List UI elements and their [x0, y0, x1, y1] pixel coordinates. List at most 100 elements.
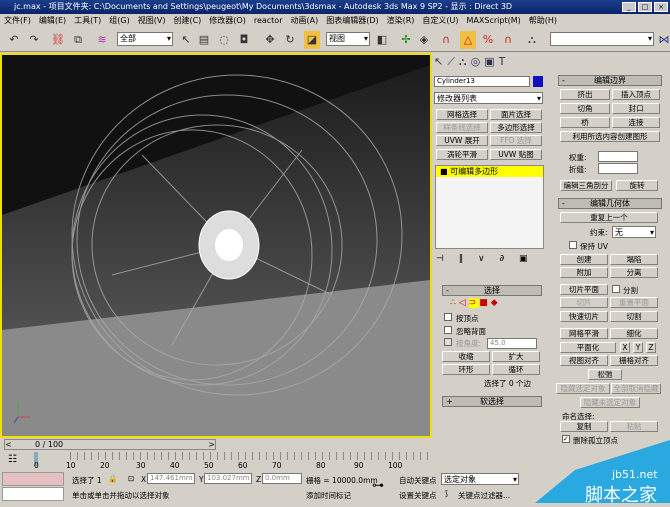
- menu-file[interactable]: 文件(F): [4, 16, 31, 25]
- spline-select-button[interactable]: 样条线选择: [436, 122, 488, 133]
- turbosmooth-button[interactable]: 涡轮平滑: [436, 149, 488, 160]
- curve-editor-icon[interactable]: ☷: [8, 454, 17, 465]
- angle-snap-icon[interactable]: △: [460, 31, 476, 49]
- extrude-button[interactable]: 挤出: [560, 89, 610, 100]
- patch-select-button[interactable]: 面片选择: [490, 109, 542, 120]
- ffd-select-button[interactable]: FFD 选择: [490, 135, 542, 146]
- view-align-button[interactable]: 视图对齐: [560, 355, 608, 366]
- edit-named-sel-icon[interactable]: ⛬: [524, 31, 540, 49]
- copy-button[interactable]: 复制: [560, 421, 608, 432]
- attach-button[interactable]: 附加: [560, 267, 608, 278]
- slice-button[interactable]: 切片: [560, 297, 608, 308]
- hide-selected-button[interactable]: 隐藏选定对象: [556, 383, 610, 394]
- maximize-button[interactable]: □: [638, 2, 652, 12]
- reset-plane-button[interactable]: 重置平面: [610, 297, 658, 308]
- hide-unselected-button[interactable]: 隐藏未选定对象: [580, 397, 640, 408]
- menu-edit[interactable]: 编辑(E): [39, 16, 66, 25]
- redo-icon[interactable]: ↷: [26, 31, 42, 49]
- menu-maxscript[interactable]: MAXScript(M): [467, 16, 521, 25]
- x-coordinate-field[interactable]: 147.461mm: [147, 473, 195, 484]
- bridge-button[interactable]: 桥: [560, 117, 610, 128]
- key-icon[interactable]: ⟆: [445, 489, 448, 498]
- menu-reactor[interactable]: reactor: [254, 16, 283, 25]
- region-select-icon[interactable]: ◌: [216, 31, 232, 49]
- spinner-snap-icon[interactable]: ∩: [500, 31, 516, 49]
- split-checkbox[interactable]: [612, 285, 620, 293]
- named-selection-dropdown[interactable]: [550, 32, 654, 46]
- set-key-button[interactable]: 设置关键点: [399, 490, 437, 501]
- y-coordinate-field[interactable]: 103.027mm: [204, 473, 252, 484]
- menu-rendering[interactable]: 渲染(R): [387, 16, 415, 25]
- manipulate-icon[interactable]: ✢: [398, 31, 414, 49]
- weight-spinner[interactable]: [598, 151, 638, 162]
- move-icon[interactable]: ✥: [262, 31, 278, 49]
- unlink-icon[interactable]: ⧉: [70, 31, 86, 49]
- keyboard-shortcut-icon[interactable]: ◈: [416, 31, 432, 49]
- repeat-last-button[interactable]: 重复上一个: [560, 212, 658, 223]
- modifier-list-dropdown[interactable]: 修改器列表: [434, 92, 543, 105]
- collapse-button[interactable]: 塌陷: [610, 254, 658, 265]
- add-time-tag-button[interactable]: 添加时间标记: [306, 490, 351, 501]
- time-slider[interactable]: <0 / 100 >: [4, 439, 216, 450]
- menu-views[interactable]: 视图(V): [138, 16, 166, 25]
- tessellate-button[interactable]: 细化: [610, 328, 658, 339]
- poly-select-button[interactable]: 多边形选择: [490, 122, 542, 133]
- quickslice-button[interactable]: 快速切片: [560, 311, 608, 322]
- paste-button[interactable]: 粘贴: [610, 421, 658, 432]
- scale-icon[interactable]: ◪: [304, 31, 320, 49]
- loop-button[interactable]: 循环: [492, 364, 540, 375]
- turn-button[interactable]: 旋转: [616, 180, 658, 191]
- selection-filter-dropdown[interactable]: 全部: [117, 32, 173, 46]
- detach-button[interactable]: 分离: [610, 267, 658, 278]
- menu-modifiers[interactable]: 修改器(O): [209, 16, 246, 25]
- preserve-uvs-checkbox[interactable]: [569, 241, 577, 249]
- make-planar-button[interactable]: 平面化: [560, 342, 616, 353]
- menu-create[interactable]: 创建(C): [173, 16, 201, 25]
- rotate-icon[interactable]: ↻: [282, 31, 298, 49]
- snap-3d-icon[interactable]: ∩: [438, 31, 454, 49]
- mirror-icon[interactable]: ⋈: [656, 31, 670, 49]
- percent-snap-icon[interactable]: %: [480, 31, 496, 49]
- menu-animation[interactable]: 动画(A): [290, 16, 318, 25]
- minimize-button[interactable]: _: [622, 2, 636, 12]
- close-button[interactable]: ×: [654, 2, 668, 12]
- crease-spinner[interactable]: [598, 163, 638, 174]
- create-button[interactable]: 创建: [560, 254, 608, 265]
- by-angle-checkbox[interactable]: [444, 338, 452, 346]
- bind-spacewarp-icon[interactable]: ≋: [94, 31, 110, 49]
- menu-customize[interactable]: 自定义(U): [422, 16, 458, 25]
- planar-z-button[interactable]: Z: [646, 342, 656, 353]
- edit-triangulation-button[interactable]: 编辑三角剖分: [560, 180, 612, 191]
- key-mode-icon[interactable]: ⊶: [372, 478, 384, 492]
- by-vertex-checkbox[interactable]: [444, 313, 452, 321]
- chamfer-button[interactable]: 切角: [560, 103, 610, 114]
- key-filters-button[interactable]: 关键点过滤器...: [458, 490, 510, 501]
- auto-key-button[interactable]: 自动关键点: [399, 475, 437, 486]
- constraints-dropdown[interactable]: 无: [612, 226, 656, 239]
- grid-align-button[interactable]: 栅格对齐: [610, 355, 658, 366]
- menu-group[interactable]: 组(G): [109, 16, 129, 25]
- pivot-center-icon[interactable]: ◧: [374, 31, 390, 49]
- menu-graph-editors[interactable]: 图表编辑器(D): [326, 16, 378, 25]
- subobject-level-icons[interactable]: ∴◁⊃■◆: [450, 298, 530, 310]
- planar-x-button[interactable]: X: [620, 342, 630, 353]
- relax-button[interactable]: 松弛: [588, 369, 622, 380]
- command-panel-tabs[interactable]: ↖⟋⛬◎▣T: [434, 55, 552, 73]
- absolute-mode-icon[interactable]: ⊡: [128, 474, 134, 483]
- maxscript-listener-white[interactable]: [2, 487, 64, 501]
- uvw-map-button[interactable]: UVW 贴图: [490, 149, 542, 160]
- soft-selection-rollout-header[interactable]: + 软选择: [442, 396, 542, 407]
- shrink-button[interactable]: 收缩: [442, 351, 490, 362]
- ring-button[interactable]: 环形: [442, 364, 490, 375]
- meshsmooth-button[interactable]: 网格平滑: [560, 328, 608, 339]
- lock-icon[interactable]: 🔒: [108, 474, 117, 483]
- link-icon[interactable]: ⛓: [50, 31, 66, 49]
- angle-spinner[interactable]: 45.0: [487, 338, 537, 349]
- create-shape-button[interactable]: 利用所选内容创建图形: [560, 131, 660, 142]
- selection-rollout-header[interactable]: - 选择: [442, 285, 542, 296]
- maxscript-listener-pink[interactable]: [2, 472, 64, 486]
- stack-item-editable-poly[interactable]: ■ 可编辑多边形: [436, 166, 543, 177]
- reference-coordinate-dropdown[interactable]: 视图: [326, 32, 370, 46]
- track-bar[interactable]: ☷ 0 10 20 30 40 50 60 70 80 90 100: [0, 452, 432, 470]
- ignore-backfacing-checkbox[interactable]: [444, 326, 452, 334]
